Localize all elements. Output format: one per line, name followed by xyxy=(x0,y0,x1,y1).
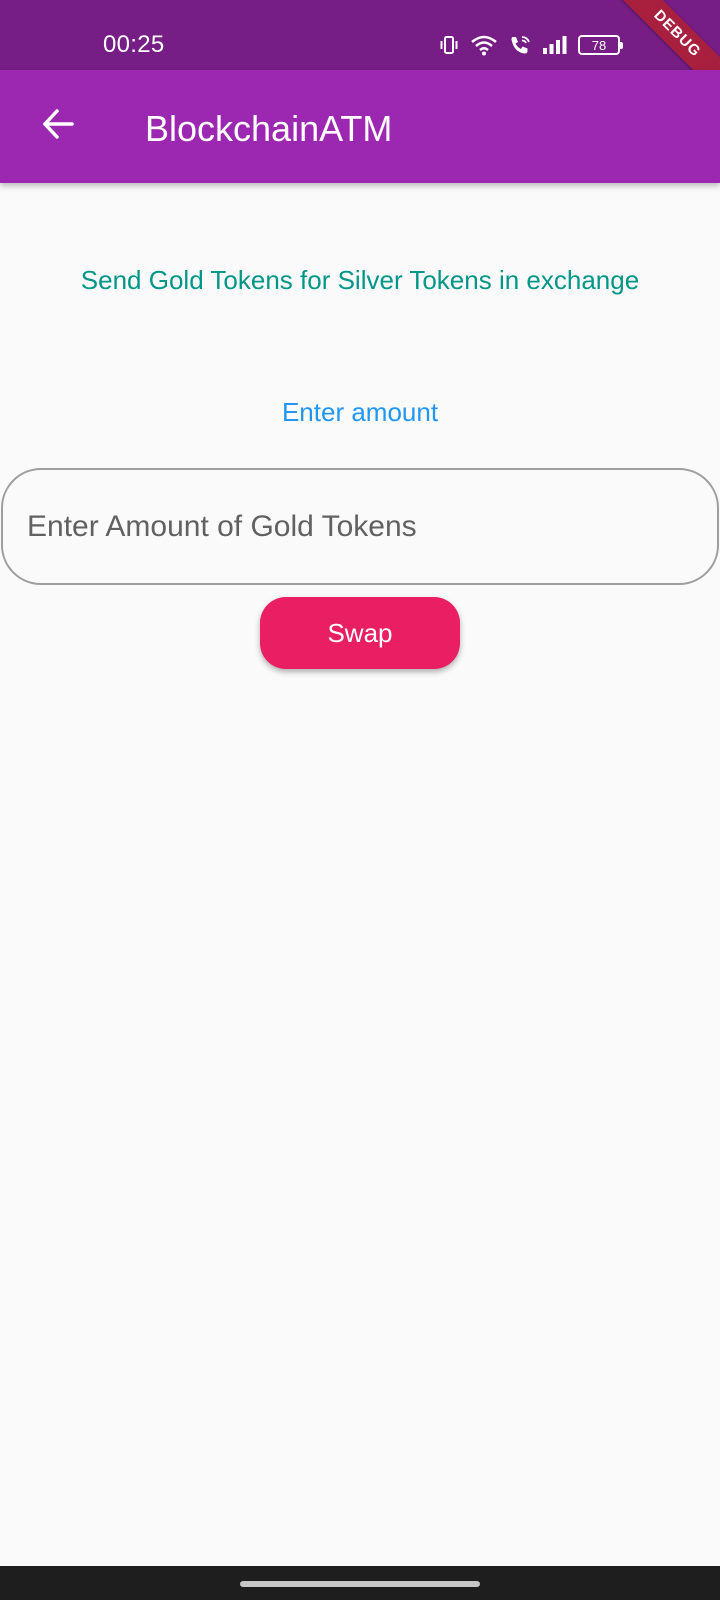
status-bar: 00:25 78 DEBUG xyxy=(0,0,720,105)
navigation-bar xyxy=(0,1566,720,1600)
amount-label: Enter amount xyxy=(281,397,439,427)
swap-button[interactable]: Swap xyxy=(260,597,460,669)
wifi-icon xyxy=(470,34,498,56)
home-gesture-handle[interactable] xyxy=(240,1581,480,1587)
arrow-back-icon xyxy=(40,106,76,147)
app-bar: BlockchainATM xyxy=(0,70,720,183)
battery-icon: 78 xyxy=(578,35,623,55)
vibrate-icon xyxy=(438,34,460,56)
back-button[interactable] xyxy=(28,96,88,156)
wifi-calling-icon xyxy=(508,34,532,56)
battery-level: 78 xyxy=(591,37,607,53)
gold-amount-input[interactable] xyxy=(1,468,719,585)
screen: 00:25 78 DEBUG BlockchainATM Send Gold T… xyxy=(0,0,720,1600)
exchange-subtitle: Send Gold Tokens for Silver Tokens in ex… xyxy=(80,265,640,295)
status-icons: 78 xyxy=(438,33,623,57)
app-title: BlockchainATM xyxy=(145,108,393,149)
status-time: 00:25 xyxy=(103,31,165,58)
signal-icon xyxy=(542,35,568,55)
